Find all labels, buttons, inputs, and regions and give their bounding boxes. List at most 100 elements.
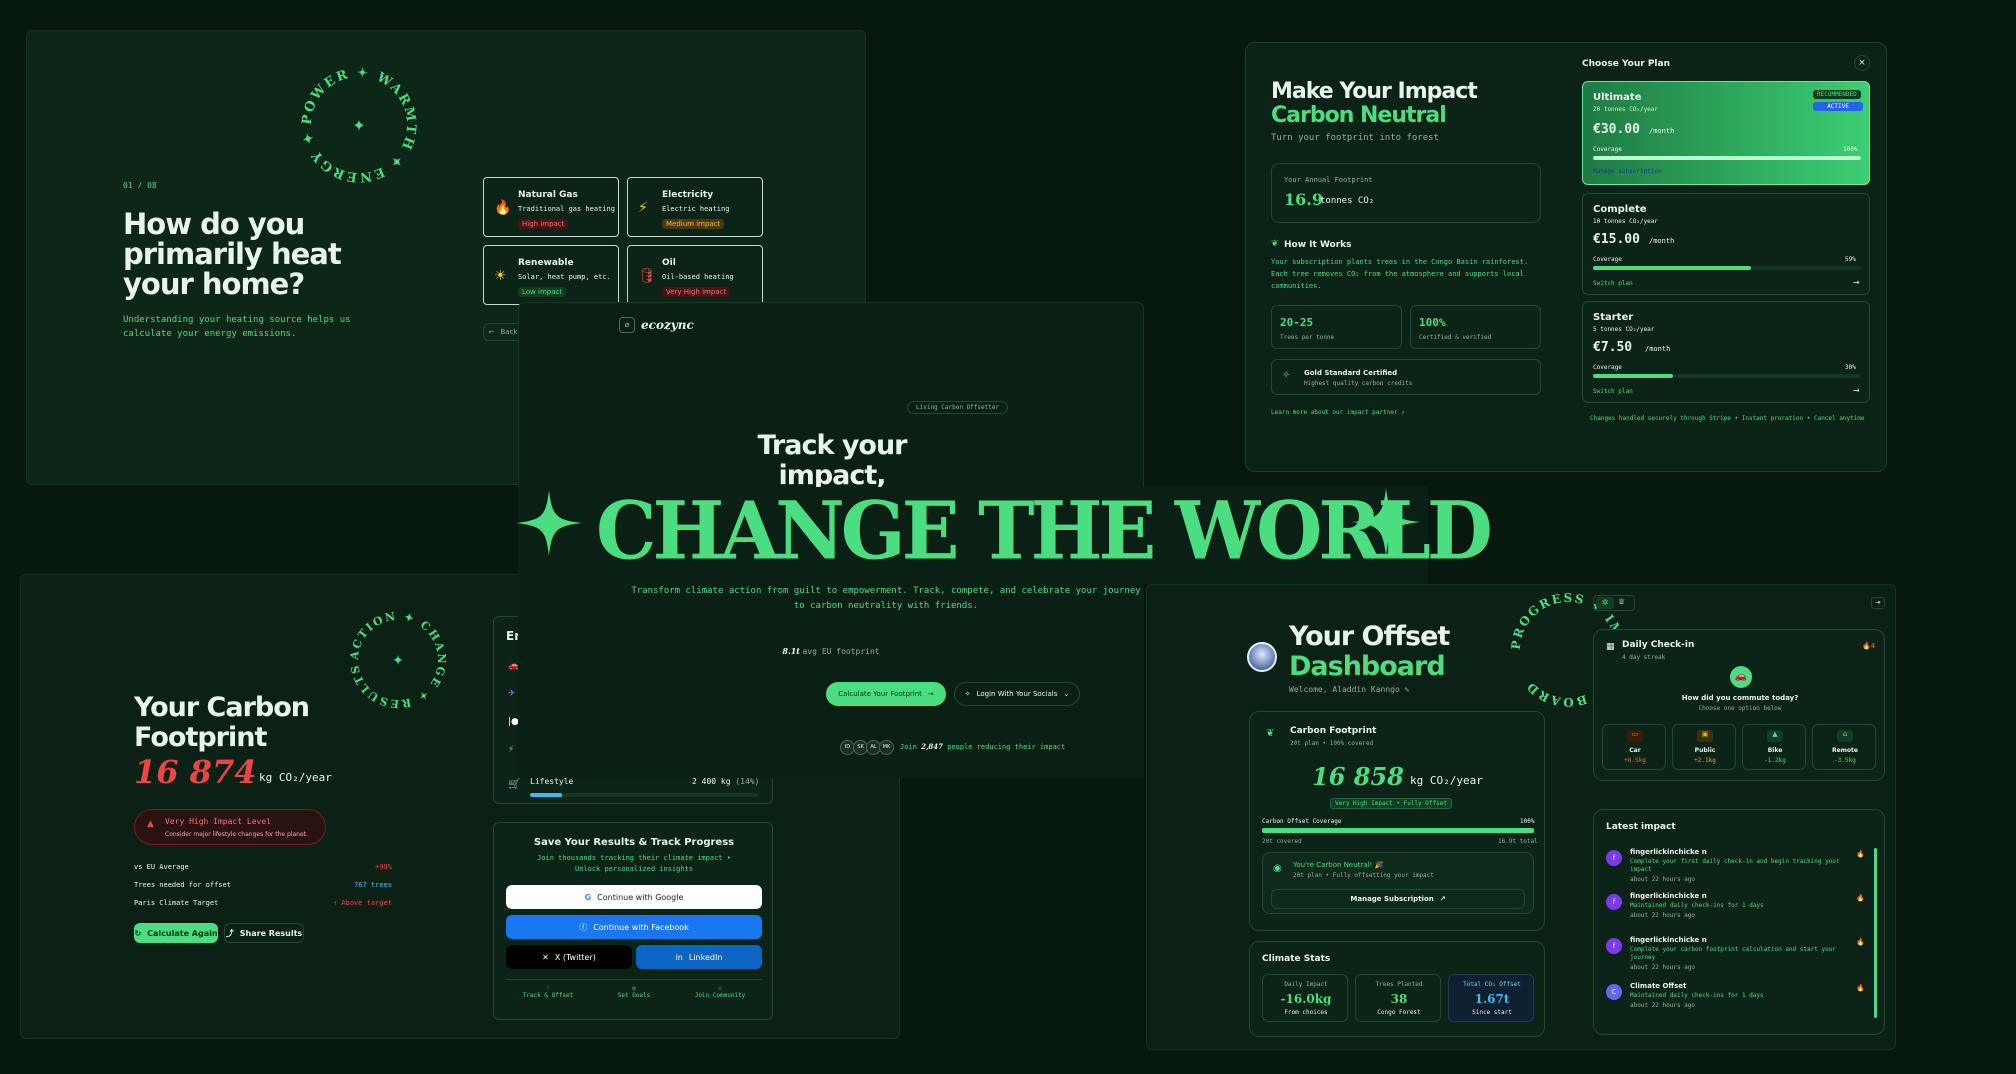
sparkle-left-icon <box>516 490 582 556</box>
bolt-icon: ⚡ <box>508 745 515 755</box>
commute-car[interactable]: ▭ Car +8.5kg <box>1602 724 1666 770</box>
commute-remote[interactable]: ⌂ Remote -3.5kg <box>1812 724 1876 770</box>
arrow-right-icon: → <box>927 690 934 698</box>
sun-icon: ☀ <box>494 268 507 284</box>
save-subtitle: Join thousands tracking their climate im… <box>537 854 731 873</box>
linkedin-button[interactable]: in LinkedIn <box>636 945 762 969</box>
impact-tag: Medium impact <box>662 219 725 229</box>
close-icon[interactable]: × <box>1854 55 1870 71</box>
calculate-footprint-button[interactable]: Calculate Your Footprint → <box>826 682 946 706</box>
footprint-unit: kg CO₂/year <box>259 771 332 784</box>
calculate-again-button[interactable]: ↻ Calculate Again <box>134 923 218 943</box>
dashboard-title-accent: Dashboard <box>1289 651 1446 682</box>
coverage-bar <box>1593 266 1861 270</box>
plane-icon: ✈ <box>508 689 516 699</box>
learn-more-link[interactable]: Learn more about our impact partner ↗ <box>1271 409 1405 416</box>
chevron-down-icon: ⌄ <box>1063 690 1070 698</box>
option-desc: Solar, heat pump, etc. <box>518 273 611 281</box>
stat-value: 767 trees <box>354 881 392 889</box>
target-icon: ◎ <box>632 985 636 992</box>
option-oil[interactable]: 🛢 Oil Oil-based heating Very High impact <box>627 245 763 305</box>
feed-item: C Climate Offset Maintained daily check-… <box>1606 982 1868 1022</box>
option-renewable[interactable]: ☀ Renewable Solar, heat pump, etc. Low i… <box>483 245 619 305</box>
bus-icon: ▣ <box>1697 730 1713 742</box>
back-button[interactable]: ← Back <box>483 323 523 341</box>
streak-counter: 🔥4 <box>1862 642 1876 650</box>
logo[interactable]: ⌀ ecozync <box>619 317 694 333</box>
flame-icon: 🔥 <box>494 200 512 216</box>
option-name: Electricity <box>662 190 714 200</box>
logout-icon[interactable]: ⇥ <box>1871 597 1885 609</box>
avatar[interactable] <box>1247 642 1277 672</box>
facebook-button[interactable]: ⓕ Continue with Facebook <box>506 915 762 939</box>
option-name: Renewable <box>518 258 574 268</box>
stat-row: vs EU Average +99% <box>134 863 392 871</box>
coverage-bar <box>1593 374 1861 378</box>
login-socials-button[interactable]: ✧ Login With Your Socials ⌄ <box>954 682 1080 706</box>
avatar: f <box>1606 894 1622 910</box>
annual-footprint-card: Your Annual Footprint 16.9 tonnes CO₂ <box>1271 163 1541 223</box>
avatar: C <box>1606 984 1622 1000</box>
result-title: Your Carbon Footprint <box>134 692 310 753</box>
flame-icon: 🔥 <box>1856 894 1865 902</box>
avatar: f <box>1606 938 1622 954</box>
plan-footer: Changes handled securely through Stripe … <box>1590 415 1865 422</box>
hero-title: Track your impact, <box>757 430 907 491</box>
stat-value: ↑ Above target <box>332 899 392 907</box>
manage-subscription-button[interactable]: Manage Subscription ↗ <box>1271 889 1525 909</box>
recommended-badge: RECOMMENDED <box>1813 90 1861 99</box>
dashboard-icon[interactable]: ✲ <box>1596 597 1614 609</box>
daily-checkin-card: ▦ Daily Check-in 4 day streak 🔥4 🚗 How d… <box>1593 629 1885 781</box>
stat-row: Trees needed for offset 767 trees <box>134 881 392 889</box>
facebook-icon: ⓕ <box>579 922 588 932</box>
save-results-card: Save Your Results & Track Progress Join … <box>493 822 773 1020</box>
external-link-icon: ↗ <box>1439 895 1446 903</box>
twitter-button[interactable]: ✕ X (Twitter) <box>506 945 632 969</box>
bolt-icon: ⚡ <box>638 200 648 216</box>
option-desc: Traditional gas heating <box>518 205 615 213</box>
share-results-button[interactable]: ⤴ Share Results <box>224 923 304 943</box>
users-icon: ⚇ <box>718 985 722 992</box>
carbon-footprint-card: ❦ Carbon Footprint 20t plan • 100% cover… <box>1249 711 1545 931</box>
cart-icon: 🛒 <box>508 779 521 790</box>
avatar: f <box>1606 850 1622 866</box>
svg-text:✦: ✦ <box>352 116 365 135</box>
arrow-left-icon: ← <box>488 328 495 336</box>
flame-icon: 🔥 <box>1856 984 1865 992</box>
plan-ultimate[interactable]: Ultimate 20 tonnes CO₂/year RECOMMENDED … <box>1582 81 1870 185</box>
alert-icon: ▲ <box>147 819 154 829</box>
impact-level-badge: ▲ Very High Impact Level Consider major … <box>134 809 326 845</box>
option-electricity[interactable]: ⚡ Electricity Electric heating Medium im… <box>627 177 763 237</box>
dashboard-panel: PROGRESS ✦ IMPACT ✦ BOARD Your Offset Da… <box>1146 584 1896 1050</box>
google-button[interactable]: G Continue with Google <box>506 885 762 909</box>
calendar-icon: ▦ <box>1606 642 1615 652</box>
carbon-neutral-box: ◉ You're Carbon Neutral! 🎉 20t plan • Fu… <box>1262 852 1534 914</box>
sparkle-right-icon <box>1352 488 1420 556</box>
coverage-bar <box>1262 828 1534 833</box>
feature-community: ⚇ Join Community <box>680 985 760 999</box>
footprint-value: 16 874 <box>134 753 257 791</box>
bell-icon: ♢ <box>546 985 550 992</box>
refresh-icon: ↻ <box>134 928 142 938</box>
plan-starter[interactable]: Starter 5 tonnes CO₂/year €7.50 /month C… <box>1582 301 1870 403</box>
commute-bike[interactable]: ▲ Bike -1.2kg <box>1742 724 1806 770</box>
option-desc: Electric heating <box>662 205 730 213</box>
leaf-logo-icon: ⌀ <box>619 317 635 333</box>
option-natural-gas[interactable]: 🔥 Natural Gas Traditional gas heating Hi… <box>483 177 619 237</box>
trophy-icon[interactable]: ♕ <box>1618 597 1625 606</box>
plan-complete[interactable]: Complete 10 tonnes CO₂/year €15.00 /mont… <box>1582 193 1870 295</box>
fp-badge: Very High Impact • Fully Offset <box>1330 798 1452 809</box>
flame-icon: 🔥 <box>1856 938 1865 946</box>
plan-subtitle: Turn your footprint into forest <box>1271 133 1439 143</box>
commute-public[interactable]: ▣ Public +2.1kg <box>1672 724 1736 770</box>
leaf-icon: ❦ <box>1271 239 1279 249</box>
page-title: How do you primarily heat your home? <box>123 207 342 301</box>
lifestyle-label: Lifestyle <box>530 777 574 786</box>
home-icon: ⌂ <box>1837 730 1853 742</box>
hero-big-title: CHANGE THE WORLD <box>596 483 1493 578</box>
option-name: Oil <box>662 258 676 268</box>
climate-stats-card: Climate Stats Daily Impact -16.0kg From … <box>1249 941 1545 1037</box>
scrollbar[interactable] <box>1874 848 1877 1018</box>
sparkle-icon: ✧ <box>964 690 971 698</box>
option-name: Natural Gas <box>518 190 578 200</box>
